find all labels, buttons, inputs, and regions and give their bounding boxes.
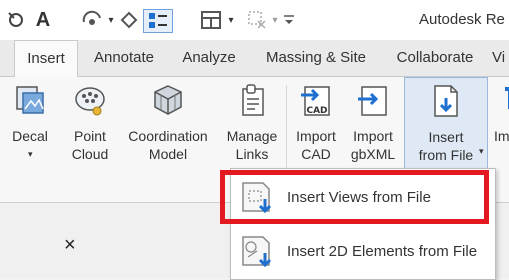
sync-dropdown-icon[interactable]: ▾ <box>106 9 116 31</box>
manage-links-icon <box>235 83 269 117</box>
ribbon-separator <box>286 85 287 175</box>
ribbon-tab-bar: Insert Annotate Analyze Massing & Site C… <box>0 40 509 78</box>
point-cloud-label: Point Cloud <box>71 128 109 162</box>
app-title: Autodesk Re <box>419 11 505 28</box>
tab-view[interactable]: Vi <box>492 40 509 76</box>
coordination-model-icon <box>151 83 185 117</box>
tab-analyze[interactable]: Analyze <box>172 40 246 76</box>
measure-icon[interactable] <box>118 9 140 31</box>
svg-text:CAD: CAD <box>306 106 327 116</box>
open-icon[interactable] <box>4 9 28 31</box>
coordination-model-button[interactable]: Coordination Model <box>118 77 218 187</box>
image-label: Im <box>494 128 509 144</box>
import-cad-label: Import CAD <box>296 128 336 162</box>
tab-insert[interactable]: Insert <box>14 40 78 78</box>
font-style-button[interactable]: A <box>32 9 54 31</box>
import-cad-icon: CAD <box>299 83 333 117</box>
customize-qat-icon[interactable] <box>282 9 296 31</box>
insert-from-file-label: Insert from File <box>418 129 474 163</box>
sync-icon[interactable] <box>80 9 104 31</box>
tab-collaborate[interactable]: Collaborate <box>386 40 484 76</box>
insert-from-file-icon <box>429 84 463 118</box>
close-hidden-icon[interactable] <box>246 9 268 31</box>
highlight-annotation-box <box>220 170 489 224</box>
decal-dropdown-icon[interactable]: ▾ <box>28 149 33 160</box>
insert-2d-elements-icon <box>239 233 275 269</box>
coordination-model-label: Coordination Model <box>128 128 208 162</box>
insert-2d-elements-label: Insert 2D Elements from File <box>287 242 478 260</box>
window-icon[interactable] <box>198 9 224 31</box>
close-icon[interactable]: × <box>64 234 76 257</box>
qat-dropdown-icon[interactable]: ▾ <box>270 9 280 31</box>
image-icon <box>496 83 509 117</box>
insert-2d-elements-from-file-item[interactable]: Insert 2D Elements from File <box>235 229 491 273</box>
import-gbxml-icon <box>356 83 390 117</box>
tab-annotate[interactable]: Annotate <box>82 40 166 76</box>
window-dropdown-icon[interactable]: ▾ <box>226 9 236 31</box>
quick-access-toolbar: A ▾ ▾ ▾ Autodesk Re <box>0 0 509 41</box>
point-cloud-button[interactable]: Point Cloud <box>64 77 116 187</box>
manage-links-label: Manage Links <box>226 128 278 162</box>
tab-massing-site[interactable]: Massing & Site <box>252 40 380 76</box>
import-gbxml-label: Import gbXML <box>350 128 396 162</box>
decal-button[interactable]: Decal ▾ <box>4 77 56 187</box>
decal-icon <box>13 83 47 117</box>
insert-from-file-dropdown-icon[interactable]: ▾ <box>479 146 484 157</box>
thin-lines-icon[interactable] <box>143 9 173 33</box>
decal-label: Decal <box>12 128 48 144</box>
point-cloud-icon <box>73 83 107 117</box>
